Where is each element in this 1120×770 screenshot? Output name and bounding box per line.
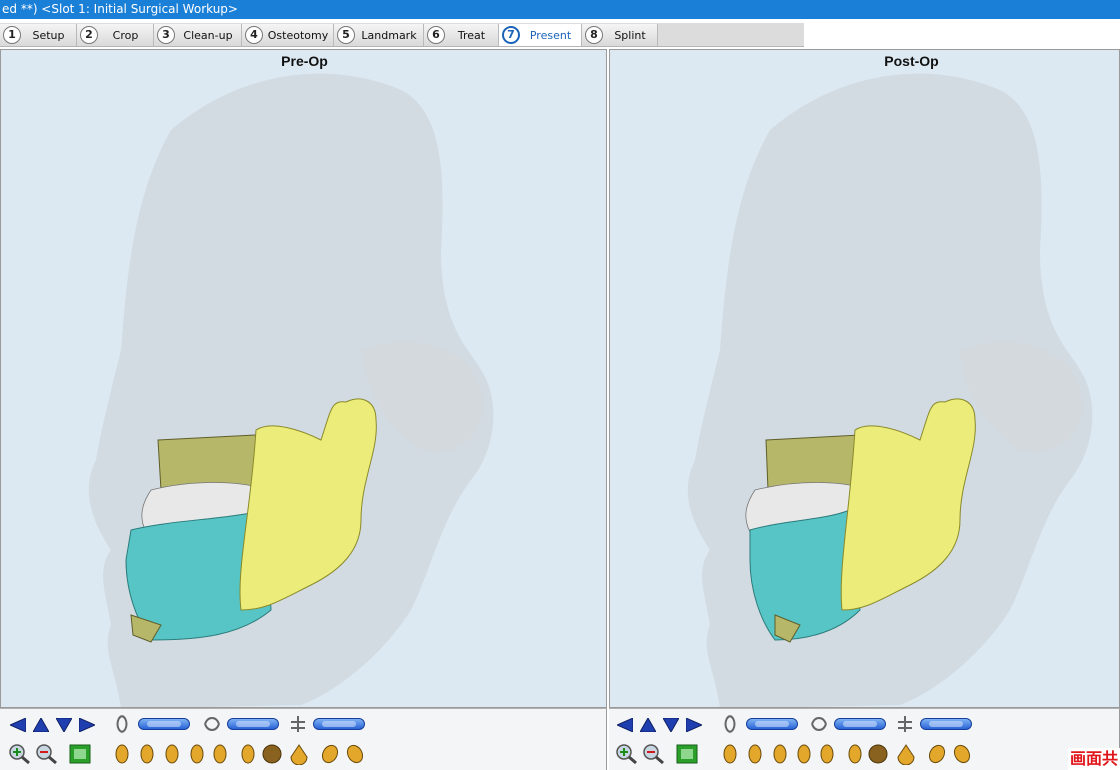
- head-view-1-icon[interactable]: [114, 743, 130, 765]
- head-view-2-icon[interactable]: [139, 743, 155, 765]
- fit-view-icon[interactable]: [68, 743, 92, 765]
- head-view-10-icon[interactable]: [952, 743, 972, 765]
- head-view-7-icon[interactable]: [868, 743, 888, 765]
- viewport-title: Post-Op: [884, 53, 939, 69]
- head-view-5-icon[interactable]: [212, 743, 228, 765]
- tab-number: 5: [337, 26, 355, 44]
- tab-number: 8: [585, 26, 603, 44]
- rotate-pitch-icon[interactable]: [114, 714, 130, 734]
- head-view-2-icon[interactable]: [747, 743, 763, 765]
- zoom-in-icon[interactable]: [8, 743, 32, 765]
- zoom-out-icon[interactable]: [35, 743, 59, 765]
- screen-share-watermark: 画面共: [1067, 748, 1120, 770]
- head-view-7-icon[interactable]: [262, 743, 282, 765]
- tab-present[interactable]: 7 Present: [499, 24, 582, 46]
- tab-number: 2: [80, 26, 98, 44]
- rotate-roll-icon[interactable]: [896, 714, 914, 734]
- head-view-8-icon[interactable]: [896, 743, 916, 765]
- viewport-title: Pre-Op: [281, 53, 328, 69]
- rotate-roll-slider[interactable]: [920, 718, 972, 730]
- arrow-left-icon[interactable]: [10, 718, 26, 732]
- tab-clean-up[interactable]: 3 Clean-up: [154, 24, 242, 46]
- tab-crop[interactable]: 2 Crop: [77, 24, 154, 46]
- tab-number: 4: [245, 26, 263, 44]
- head-view-6-icon[interactable]: [847, 743, 863, 765]
- pre-op-3d-model[interactable]: [1, 50, 607, 708]
- head-view-3-icon[interactable]: [772, 743, 788, 765]
- fit-view-icon[interactable]: [675, 743, 699, 765]
- tab-strip: 1 Setup 2 Crop 3 Clean-up 4 Osteotomy 5 …: [0, 23, 804, 47]
- rotate-yaw-icon[interactable]: [810, 714, 828, 734]
- arrow-right-icon[interactable]: [686, 718, 702, 732]
- head-view-8-icon[interactable]: [289, 743, 309, 765]
- arrow-up-icon[interactable]: [33, 718, 49, 732]
- arrow-right-icon[interactable]: [79, 718, 95, 732]
- rotate-pitch-slider[interactable]: [138, 718, 190, 730]
- head-view-4-icon[interactable]: [189, 743, 205, 765]
- tab-number: 1: [3, 26, 21, 44]
- head-view-10-icon[interactable]: [345, 743, 365, 765]
- rotate-yaw-slider[interactable]: [227, 718, 279, 730]
- tab-label: Setup: [32, 28, 65, 42]
- arrow-down-icon[interactable]: [663, 718, 679, 732]
- head-view-3-icon[interactable]: [164, 743, 180, 765]
- tab-label: Treat: [457, 28, 486, 42]
- arrow-up-icon[interactable]: [640, 718, 656, 732]
- rotate-yaw-slider[interactable]: [834, 718, 886, 730]
- tab-landmark[interactable]: 5 Landmark: [334, 24, 424, 46]
- viewport-pre-op[interactable]: Pre-Op: [0, 49, 607, 708]
- tab-treat[interactable]: 6 Treat: [424, 24, 499, 46]
- rotate-roll-slider[interactable]: [313, 718, 365, 730]
- tab-label: Clean-up: [183, 28, 233, 42]
- tab-label: Present: [529, 28, 572, 42]
- rotate-yaw-icon[interactable]: [203, 714, 221, 734]
- view-toolbar-post-op: [609, 708, 1120, 770]
- tab-number: 7: [502, 26, 520, 44]
- tab-splint[interactable]: 8 Splint: [582, 24, 658, 46]
- arrow-down-icon[interactable]: [56, 718, 72, 732]
- head-view-4-icon[interactable]: [796, 743, 812, 765]
- zoom-out-icon[interactable]: [642, 743, 666, 765]
- head-view-9-icon[interactable]: [320, 743, 340, 765]
- head-view-9-icon[interactable]: [927, 743, 947, 765]
- tab-label: Splint: [614, 28, 646, 42]
- viewport-post-op[interactable]: Post-Op: [609, 49, 1120, 708]
- post-op-3d-model[interactable]: [610, 50, 1120, 708]
- head-view-5-icon[interactable]: [819, 743, 835, 765]
- tab-setup[interactable]: 1 Setup: [0, 24, 77, 46]
- tab-number: 6: [427, 26, 445, 44]
- head-view-1-icon[interactable]: [722, 743, 738, 765]
- head-view-6-icon[interactable]: [240, 743, 256, 765]
- workflow-tab-bar: 1 Setup 2 Crop 3 Clean-up 4 Osteotomy 5 …: [0, 19, 1120, 49]
- rotate-pitch-icon[interactable]: [722, 714, 738, 734]
- view-toolbar-pre-op: [0, 708, 607, 770]
- tab-label: Crop: [112, 28, 139, 42]
- rotate-roll-icon[interactable]: [289, 714, 307, 734]
- tab-label: Landmark: [361, 28, 417, 42]
- window-title: ed **) <Slot 1: Initial Surgical Workup>: [0, 0, 1120, 19]
- rotate-pitch-slider[interactable]: [746, 718, 798, 730]
- tab-osteotomy[interactable]: 4 Osteotomy: [242, 24, 334, 46]
- tab-label: Osteotomy: [267, 28, 329, 42]
- tab-number: 3: [157, 26, 175, 44]
- zoom-in-icon[interactable]: [615, 743, 639, 765]
- arrow-left-icon[interactable]: [617, 718, 633, 732]
